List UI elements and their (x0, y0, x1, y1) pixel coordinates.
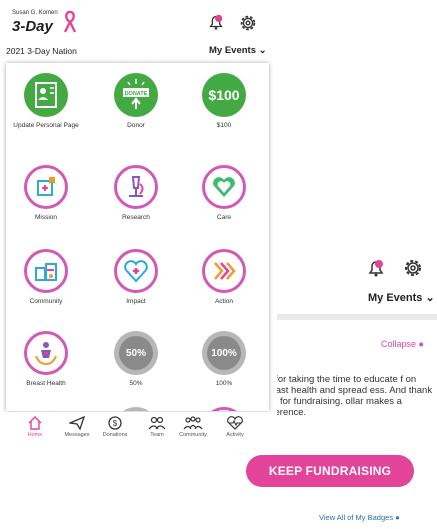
badge-amount-text: $100 (208, 87, 240, 103)
my-events-dropdown[interactable]: My Events ⌄ (368, 291, 435, 304)
chevron-down-icon: ⌄ (425, 292, 435, 304)
badge-label: Community (29, 298, 63, 305)
nav-donations[interactable]: $ Donations (98, 416, 132, 438)
badge-100-dollars[interactable]: $100 $100 (184, 73, 264, 130)
badge-breast-health[interactable]: Breast Health (6, 331, 86, 388)
badge-label: Research (122, 214, 150, 221)
badge-mission[interactable]: Mission (6, 165, 86, 222)
chevron-down-icon: ⌄ (258, 45, 267, 56)
mission-icon (24, 165, 68, 209)
nav-home[interactable]: Home (18, 416, 52, 438)
pink-ribbon-icon (63, 10, 77, 33)
badge-label: Action (214, 298, 234, 305)
keep-fundraising-button[interactable]: KEEP FUNDRAISING (246, 455, 414, 487)
badge-label: Breast Health (26, 380, 66, 387)
badge-community[interactable]: Community (6, 249, 86, 306)
komen-3day-logo: Susan G. Komen 3-Day (10, 8, 80, 42)
donate-icon: DONATE (114, 73, 158, 117)
badge-label: Donor (127, 122, 145, 129)
badge-label: Update Personal Page (13, 122, 79, 129)
badge-50-percent[interactable]: 50% 50% (96, 331, 176, 388)
badge-partial (114, 407, 158, 411)
svg-text:$: $ (113, 419, 118, 428)
donate-text: DONATE (125, 91, 148, 97)
notification-bell-icon[interactable] (366, 258, 386, 278)
dollar-circle-icon: $ (108, 416, 122, 430)
badge-label: 100% (215, 380, 233, 387)
my-events-dropdown[interactable]: My Events ⌄ (209, 45, 267, 56)
collapse-link[interactable]: Collapse ● (381, 339, 424, 349)
microscope-icon (114, 165, 158, 209)
badge-label: Impact (126, 298, 146, 305)
personal-page-icon (24, 73, 68, 117)
send-icon (69, 416, 85, 430)
view-all-badges-link[interactable]: View All of My Badges ● (319, 513, 400, 522)
badges-panel: Update Personal Page DONATE Donor $100 $… (6, 63, 269, 411)
badge-update-personal-page[interactable]: Update Personal Page (6, 73, 86, 130)
settings-gear-icon[interactable] (402, 257, 424, 279)
arrow-circle-icon: ● (395, 513, 400, 522)
nav-label: Community (179, 432, 207, 438)
my-events-label: My Events (209, 45, 256, 56)
heart-icon (202, 165, 246, 209)
nav-label: Donations (102, 432, 128, 438)
logo-text: 3-Day (12, 18, 53, 35)
team-icon (148, 416, 166, 430)
collapse-label: Collapse (381, 339, 417, 349)
community-icon (24, 249, 68, 293)
app-window: Susan G. Komen 3-Day 2021 3-Day Nation M… (0, 0, 277, 440)
badge-research[interactable]: Research (96, 165, 176, 222)
settings-gear-icon[interactable] (238, 13, 258, 33)
badge-percent-text: 50% (119, 336, 153, 370)
view-all-badges-label: View All of My Badges (319, 513, 394, 522)
divider (270, 314, 437, 320)
badge-label: $100 (216, 122, 232, 129)
nav-label: Messages (64, 432, 90, 438)
badge-label: 50% (129, 380, 143, 387)
nav-community[interactable]: Community (176, 416, 210, 438)
nav-label: Activity (226, 432, 244, 438)
badge-percent-text: 100% (207, 336, 241, 370)
action-arrows-icon (202, 249, 246, 293)
dollar-icon: $100 (202, 73, 246, 117)
progress-100-icon: 100% (202, 331, 246, 375)
logo-small-text: Susan G. Komen (12, 10, 58, 16)
impact-heart-icon (114, 249, 158, 293)
my-events-label: My Events (368, 292, 423, 304)
nav-label: Home (27, 432, 43, 438)
badge-label: Care (216, 214, 232, 221)
nav-label: Team (150, 432, 164, 438)
notification-bell-icon[interactable] (207, 13, 225, 31)
badge-partial (202, 407, 246, 411)
badge-label: Mission (34, 214, 58, 221)
badge-donor[interactable]: DONATE Donor (96, 73, 176, 130)
badge-impact[interactable]: Impact (96, 249, 176, 306)
nav-messages[interactable]: Messages (60, 416, 94, 438)
breast-health-icon (24, 331, 68, 375)
badge-care[interactable]: Care (184, 165, 264, 222)
nav-activity[interactable]: Activity (218, 416, 252, 438)
badge-100-percent[interactable]: 100% 100% (184, 331, 264, 388)
home-icon (28, 416, 42, 430)
thank-you-text: ou for taking the time to educate f on b… (262, 374, 433, 418)
activity-heart-icon (227, 416, 243, 430)
event-name: 2021 3-Day Nation (6, 46, 77, 56)
community-people-icon (183, 416, 203, 430)
progress-50-icon: 50% (114, 331, 158, 375)
badge-action[interactable]: Action (184, 249, 264, 306)
nav-team[interactable]: Team (140, 416, 174, 438)
collapse-icon: ● (418, 339, 424, 349)
bottom-nav: Home Messages $ Donations Team Community… (0, 412, 277, 440)
